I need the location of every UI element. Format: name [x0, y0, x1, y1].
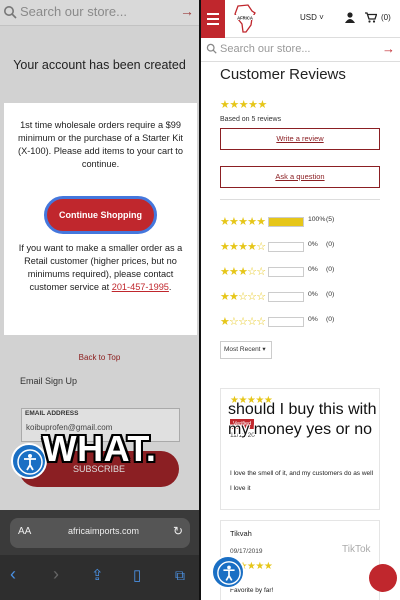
reviewer-name: Tikvah — [230, 529, 252, 538]
rating-percent: 0% — [308, 241, 318, 248]
rating-bar-fill — [269, 218, 303, 226]
url-text: africaimports.com — [68, 526, 140, 536]
rating-percent: 0% — [308, 316, 318, 323]
rating-percent: 100% — [308, 216, 326, 223]
rating-row-5[interactable]: ★★★★★ 100% (5) — [220, 215, 380, 229]
search-icon — [4, 6, 17, 19]
ask-question-button[interactable]: Ask a question — [220, 166, 380, 188]
africa-imports-logo: AFRICA — [233, 4, 257, 33]
accessibility-icon — [217, 561, 241, 585]
url-field[interactable]: AA africaimports.com ↻ — [10, 518, 190, 548]
currency-selector[interactable]: USD ˅ — [300, 13, 324, 22]
tiktok-watermark: TikTok — [342, 544, 371, 555]
chat-button[interactable] — [369, 564, 397, 592]
email-signup-title: Email Sign Up — [20, 376, 78, 386]
tabs-icon[interactable]: ⧉ — [175, 567, 185, 584]
back-icon[interactable]: ‹ — [10, 564, 16, 585]
review-body: Favorite by far! — [230, 587, 274, 594]
rating-count: (0) — [326, 241, 335, 248]
rating-bar — [268, 267, 304, 277]
review-count-text: Based on 5 reviews — [220, 116, 282, 123]
currency-label: USD — [300, 13, 317, 22]
review-date: 09/17/2019 — [230, 548, 263, 555]
left-screenshot: Search our store... → Your account has b… — [0, 0, 199, 600]
sort-label: Most Recent — [224, 346, 261, 353]
section-divider — [220, 199, 380, 200]
stars-4: ★★★★☆ — [220, 241, 266, 253]
stars-5: ★★★★★ — [220, 216, 266, 228]
stars-1: ★☆☆☆☆ — [220, 316, 266, 328]
rating-count: (0) — [326, 316, 335, 323]
account-icon[interactable] — [345, 12, 355, 23]
cart-icon[interactable] — [365, 12, 377, 23]
modal-message-retail: If you want to make a smaller order as a… — [14, 242, 187, 294]
phone-link[interactable]: 201-457-1995 — [112, 282, 169, 292]
accessibility-button[interactable] — [211, 555, 245, 589]
reader-options-button[interactable]: AA — [18, 526, 31, 537]
review-body: I love the smell of it, and my customers… — [230, 470, 374, 477]
rating-count: (0) — [326, 291, 335, 298]
chevron-down-icon: ▾ — [262, 346, 266, 353]
search-placeholder: Search our store... — [20, 4, 127, 19]
search-placeholder: Search our store... — [220, 43, 311, 55]
rating-row-1[interactable]: ★☆☆☆☆ 0% (0) — [220, 315, 380, 329]
account-created-message: Your account has been created — [13, 58, 186, 72]
rating-bar — [268, 242, 304, 252]
average-rating-stars: ★★★★★ — [220, 99, 267, 111]
review-body-2: I love it — [230, 485, 251, 492]
rating-bar — [268, 292, 304, 302]
continue-shopping-button[interactable]: Continue Shopping — [44, 196, 157, 234]
back-to-top-link[interactable]: Back to Top — [0, 353, 199, 362]
rating-count: (5) — [326, 216, 335, 223]
rating-row-4[interactable]: ★★★★☆ 0% (0) — [220, 240, 380, 254]
reload-icon[interactable]: ↻ — [173, 524, 183, 538]
right-screenshot: AFRICA USD ˅ (0) Search our store... → C… — [201, 0, 400, 600]
modal-retail-end: . — [168, 282, 172, 292]
stars-3: ★★★☆☆ — [220, 266, 266, 278]
search-submit-icon[interactable]: → — [180, 3, 194, 19]
browser-toolbar: ‹ › ⇪ ▯ ⧉ — [0, 555, 199, 600]
svg-text:AFRICA: AFRICA — [237, 15, 253, 20]
rating-bar — [268, 217, 304, 227]
site-header: AFRICA USD ˅ (0) — [201, 0, 400, 38]
sort-select[interactable]: Most Recent ▾ — [220, 341, 272, 359]
forward-icon[interactable]: › — [53, 564, 59, 585]
search-submit-icon[interactable]: → — [382, 41, 395, 56]
reviews-title: Customer Reviews — [220, 66, 346, 83]
rating-percent: 0% — [308, 291, 318, 298]
rating-bar — [268, 317, 304, 327]
store-search-bar-right[interactable]: Search our store... → — [201, 38, 400, 62]
write-review-button[interactable]: Write a review — [220, 128, 380, 150]
browser-url-bar: AA africaimports.com ↻ — [0, 510, 199, 555]
stars-2: ★★☆☆☆ — [220, 291, 266, 303]
modal-message-minimum: 1st time wholesale orders require a $99 … — [18, 120, 183, 169]
rating-count: (0) — [326, 266, 335, 273]
minimum-order-modal: 1st time wholesale orders require a $99 … — [4, 103, 197, 335]
search-icon — [206, 43, 217, 54]
video-caption: WHAT. — [42, 428, 157, 469]
menu-button[interactable] — [201, 0, 225, 38]
share-icon[interactable]: ⇪ — [91, 566, 104, 584]
rating-row-3[interactable]: ★★★☆☆ 0% (0) — [220, 265, 380, 279]
bookmarks-icon[interactable]: ▯ — [133, 566, 141, 584]
store-search-bar[interactable]: Search our store... → — [0, 0, 199, 26]
rating-percent: 0% — [308, 266, 318, 273]
video-caption-question: should I buy this with my money yes or n… — [228, 401, 377, 438]
rating-row-2[interactable]: ★★☆☆☆ 0% (0) — [220, 290, 380, 304]
email-label: EMAIL ADDRESS — [25, 410, 79, 417]
cart-count: (0) — [381, 13, 391, 22]
